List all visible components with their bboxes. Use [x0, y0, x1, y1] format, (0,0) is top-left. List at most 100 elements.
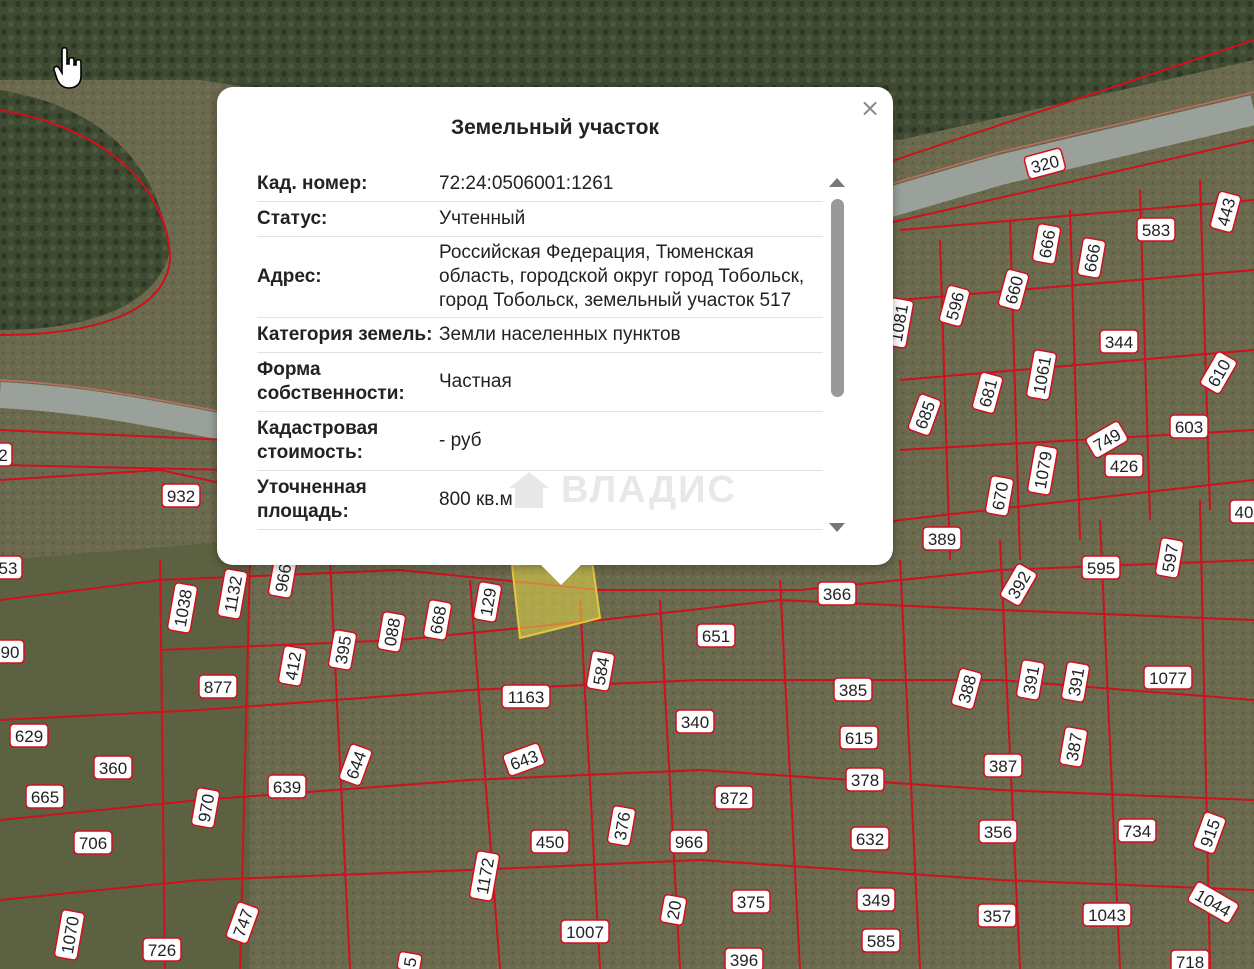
- row-key: Кад. номер:: [257, 173, 368, 194]
- table-row: Категория земель: Земли населенных пункт…: [257, 318, 823, 353]
- svg-text:966: 966: [675, 833, 703, 852]
- plot-number-label: 375: [731, 889, 771, 914]
- svg-text:595: 595: [1087, 559, 1115, 578]
- plot-number-label: 603: [1169, 414, 1209, 439]
- svg-text:1077: 1077: [1149, 669, 1187, 688]
- svg-text:734: 734: [1123, 822, 1151, 841]
- plot-number-label: 426: [1104, 453, 1144, 478]
- svg-text:375: 375: [737, 893, 765, 912]
- scroll-up-arrow-icon[interactable]: [829, 178, 845, 187]
- svg-text:1163: 1163: [508, 688, 545, 707]
- svg-text:932: 932: [167, 487, 195, 506]
- plot-number-label: 872: [714, 785, 754, 810]
- svg-text:615: 615: [845, 729, 873, 748]
- svg-text:40: 40: [1235, 503, 1254, 522]
- svg-text:726: 726: [148, 941, 176, 960]
- svg-text:344: 344: [1105, 333, 1133, 352]
- svg-text:450: 450: [536, 833, 564, 852]
- svg-text:583: 583: [1142, 221, 1170, 240]
- svg-text:706: 706: [79, 834, 107, 853]
- svg-text:356: 356: [984, 823, 1012, 842]
- parcel-info-popup: × Земельный участок ВЛАДИС Кад. номер: 7…: [217, 87, 893, 585]
- plot-number-label: 389: [922, 526, 962, 551]
- plot-number-label: 583: [1136, 217, 1176, 242]
- plot-number-label: 1077: [1143, 665, 1193, 690]
- svg-text:585: 585: [867, 932, 895, 951]
- svg-text:385: 385: [839, 681, 867, 700]
- svg-text:877: 877: [204, 678, 232, 697]
- row-key: Адрес:: [257, 266, 322, 287]
- plot-number-label: 378: [845, 767, 885, 792]
- scrollbar-thumb[interactable]: [831, 199, 844, 397]
- plot-number-label: 344: [1099, 329, 1139, 354]
- plot-number-label: 734: [1117, 818, 1157, 843]
- svg-text:349: 349: [862, 891, 890, 910]
- plot-number-label: 966: [669, 829, 709, 854]
- row-value: Российская Федерация, Тюменская область,…: [439, 242, 805, 311]
- row-value: Учтенный: [439, 208, 526, 229]
- svg-text:718: 718: [1176, 953, 1204, 969]
- table-row: Адрес: Российская Федерация, Тюменская о…: [257, 237, 823, 318]
- svg-text:378: 378: [851, 771, 879, 790]
- plot-number-label: 1043: [1082, 902, 1132, 927]
- plot-number-label: 349: [856, 887, 896, 912]
- svg-text:357: 357: [983, 907, 1011, 926]
- svg-text:340: 340: [681, 713, 709, 732]
- row-value: Частная: [439, 371, 512, 392]
- svg-text:360: 360: [99, 759, 127, 778]
- row-key: Категория земель:: [257, 324, 433, 345]
- plot-number-label: 718: [1170, 949, 1210, 969]
- table-row: Уточненная площадь: 800 кв.м: [257, 471, 823, 530]
- plot-number-label: 396: [724, 947, 764, 969]
- plot-number-label: 40: [1229, 499, 1254, 524]
- plot-number-label: 639: [267, 774, 307, 799]
- row-value: 800 кв.м: [439, 489, 513, 510]
- plot-number-label: 632: [850, 826, 890, 851]
- plot-number-label: 585: [861, 928, 901, 953]
- plot-number-label: 665: [25, 784, 65, 809]
- row-key: Кадастровая стоимость:: [257, 418, 379, 463]
- svg-text:1007: 1007: [566, 923, 604, 942]
- row-value: 72:24:0506001:1261: [439, 173, 614, 194]
- svg-text:629: 629: [15, 727, 43, 746]
- plot-number-label: 450: [530, 829, 570, 854]
- svg-text:639: 639: [273, 778, 301, 797]
- row-key: Уточненная площадь:: [257, 477, 367, 522]
- plot-number-label: 387: [983, 753, 1023, 778]
- svg-text:53: 53: [0, 559, 17, 578]
- plot-number-label: 595: [1081, 555, 1121, 580]
- parcel-info-table[interactable]: Кад. номер: 72:24:0506001:1261 Статус: У…: [257, 167, 823, 543]
- svg-text:872: 872: [720, 789, 748, 808]
- svg-text:366: 366: [823, 585, 851, 604]
- popup-pointer: [539, 563, 583, 585]
- plot-number-label: 385: [833, 677, 873, 702]
- popup-title: Земельный участок: [451, 116, 659, 139]
- row-key: Статус:: [257, 208, 328, 229]
- plot-number-label: 932: [161, 483, 201, 508]
- svg-text:603: 603: [1175, 418, 1203, 437]
- svg-text:396: 396: [730, 951, 758, 969]
- row-value: - руб: [439, 430, 482, 451]
- table-row: Статус: Учтенный: [257, 202, 823, 237]
- svg-text:387: 387: [989, 757, 1017, 776]
- hand-cursor-icon: [53, 46, 82, 89]
- table-row: Форма собственности: Частная: [257, 353, 823, 412]
- plot-number-label: 615: [839, 725, 879, 750]
- row-key: Форма собственности:: [257, 359, 405, 404]
- svg-text:651: 651: [702, 627, 730, 646]
- svg-text:20: 20: [663, 899, 685, 921]
- plot-number-label: 340: [675, 709, 715, 734]
- plot-number-label: 356: [978, 819, 1018, 844]
- svg-text:426: 426: [1110, 457, 1138, 476]
- plot-number-label: 53: [0, 555, 23, 580]
- plot-number-label: 726: [142, 937, 182, 962]
- svg-text:90: 90: [1, 643, 20, 662]
- plot-number-label: 366: [817, 581, 857, 606]
- plot-number-label: 1007: [560, 919, 610, 944]
- plot-number-label: 877: [198, 674, 238, 699]
- table-row: Кад. номер: 72:24:0506001:1261: [257, 167, 823, 202]
- plot-number-label: 629: [9, 723, 49, 748]
- scroll-down-arrow-icon[interactable]: [829, 523, 845, 532]
- svg-text:1043: 1043: [1088, 906, 1126, 925]
- plot-number-label: 706: [73, 830, 113, 855]
